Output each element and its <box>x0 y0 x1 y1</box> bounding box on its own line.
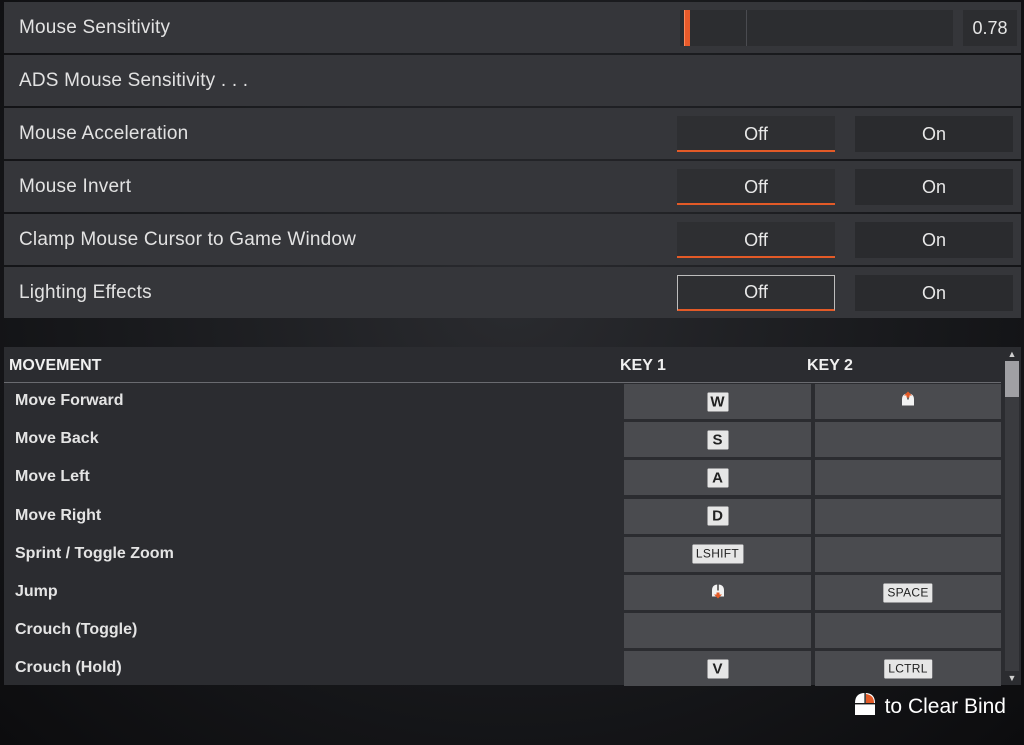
scroll-up-arrow-icon[interactable]: ▲ <box>1006 349 1018 359</box>
keybind-action-label: Jump <box>15 583 58 600</box>
setting-label: Mouse Acceleration <box>19 123 189 144</box>
mouse-forward-icon <box>899 390 917 413</box>
settings-screen: Mouse Sensitivity 0.78 ADS Mouse Sensiti… <box>0 0 1024 745</box>
keycap: W <box>707 392 728 411</box>
mouse-invert-off-button[interactable]: Off <box>677 169 835 205</box>
clear-bind-hint: to Clear Bind <box>851 692 1006 722</box>
keybind-action-label: Crouch (Hold) <box>15 659 122 677</box>
key2-bind-slot[interactable] <box>815 613 1001 649</box>
mouse-acceleration-on-button[interactable]: On <box>855 116 1013 152</box>
keybind-action-label: Move Back <box>15 430 99 448</box>
keybind-panel: MOVEMENT KEY 1 KEY 2 Move Forward W Move B… <box>4 347 1021 688</box>
keybind-row: Move Right D <box>4 498 1001 536</box>
setting-row-mouse-invert: Mouse Invert Off On <box>4 161 1021 212</box>
keycap: S <box>707 430 728 450</box>
setting-label: Mouse Sensitivity <box>19 17 171 38</box>
keybind-row: Move Left A <box>4 459 1001 497</box>
mouse-right-click-icon <box>851 691 879 723</box>
setting-label: Lighting Effects <box>19 282 152 303</box>
key2-bind-slot[interactable]: LCTRL <box>815 651 1001 687</box>
setting-row-mouse-acceleration: Mouse Acceleration Off On <box>4 108 1021 159</box>
keybind-row: Crouch (Toggle) <box>4 612 1001 650</box>
key2-bind-slot[interactable] <box>815 536 1001 572</box>
keycap: V <box>707 659 728 679</box>
key1-bind-slot[interactable]: LSHIFT <box>624 536 811 572</box>
keybind-action-label: Move Right <box>15 506 102 524</box>
keybind-row: Move Back S <box>4 421 1001 459</box>
slider-center-mark <box>746 10 747 46</box>
keycap: SPACE <box>883 583 933 602</box>
keycap: D <box>707 506 728 526</box>
key1-bind-slot[interactable]: D <box>624 498 811 534</box>
key1-bind-slot[interactable]: W <box>624 384 811 419</box>
key2-bind-slot[interactable] <box>815 422 1001 458</box>
clamp-cursor-off-button[interactable]: Off <box>677 222 835 258</box>
keybind-row: Sprint / Toggle Zoom LSHIFT <box>4 536 1001 574</box>
mouse-sensitivity-slider[interactable] <box>680 10 953 46</box>
setting-row-lighting-effects: Lighting Effects Off On <box>4 267 1021 318</box>
scroll-track[interactable] <box>1005 361 1019 671</box>
setting-label: ADS Mouse Sensitivity . . . <box>19 70 249 91</box>
slider-handle[interactable] <box>684 10 690 46</box>
keybind-header: MOVEMENT KEY 1 KEY 2 <box>4 347 1001 383</box>
keycap: A <box>707 468 728 488</box>
scroll-down-arrow-icon[interactable]: ▼ <box>1006 673 1018 683</box>
keybind-row: Jump SPACE <box>4 574 1001 612</box>
key1-bind-slot[interactable]: S <box>624 422 811 458</box>
setting-row-mouse-sensitivity: Mouse Sensitivity 0.78 <box>4 2 1021 53</box>
keybind-row: Move Forward W <box>4 383 1001 421</box>
keybind-action-label: Crouch (Toggle) <box>15 621 138 639</box>
key2-bind-slot[interactable] <box>815 460 1001 496</box>
keybind-scrollbar[interactable]: ▲ ▼ <box>1003 347 1021 685</box>
clear-bind-text: to Clear Bind <box>884 695 1006 718</box>
mouse-sensitivity-value[interactable]: 0.78 <box>963 10 1017 46</box>
setting-label: Clamp Mouse Cursor to Game Window <box>19 229 357 250</box>
keybind-row: Crouch (Hold) V LCTRL <box>4 650 1001 688</box>
key2-column-header: KEY 2 <box>807 357 853 374</box>
key2-bind-slot[interactable] <box>815 384 1001 419</box>
clamp-cursor-on-button[interactable]: On <box>855 222 1013 258</box>
mouse-invert-on-button[interactable]: On <box>855 169 1013 205</box>
keycap: LCTRL <box>884 659 932 679</box>
key1-bind-slot[interactable]: A <box>624 460 811 496</box>
scroll-thumb[interactable] <box>1005 361 1019 397</box>
section-title: MOVEMENT <box>9 357 102 374</box>
setting-label: Mouse Invert <box>19 176 132 197</box>
key1-bind-slot[interactable] <box>624 613 811 649</box>
mouse-acceleration-off-button[interactable]: Off <box>677 116 835 152</box>
keybind-action-label: Move Forward <box>15 392 124 409</box>
keybind-action-label: Move Left <box>15 468 90 486</box>
key2-bind-slot[interactable] <box>815 498 1001 534</box>
key2-bind-slot[interactable]: SPACE <box>815 575 1001 610</box>
key1-bind-slot[interactable] <box>624 575 811 610</box>
key1-column-header: KEY 1 <box>620 357 666 374</box>
setting-row-clamp-cursor: Clamp Mouse Cursor to Game Window Off On <box>4 214 1021 265</box>
keycap: LSHIFT <box>691 544 744 564</box>
keybind-action-label: Sprint / Toggle Zoom <box>15 544 174 562</box>
mouse-wheel-down-icon <box>709 581 727 604</box>
mouse-settings-panel: Mouse Sensitivity 0.78 ADS Mouse Sensiti… <box>4 2 1021 320</box>
lighting-effects-on-button[interactable]: On <box>855 275 1013 311</box>
key1-bind-slot[interactable]: V <box>624 651 811 687</box>
lighting-effects-off-button[interactable]: Off <box>677 275 835 311</box>
setting-row-ads-sensitivity[interactable]: ADS Mouse Sensitivity . . . <box>4 55 1021 106</box>
